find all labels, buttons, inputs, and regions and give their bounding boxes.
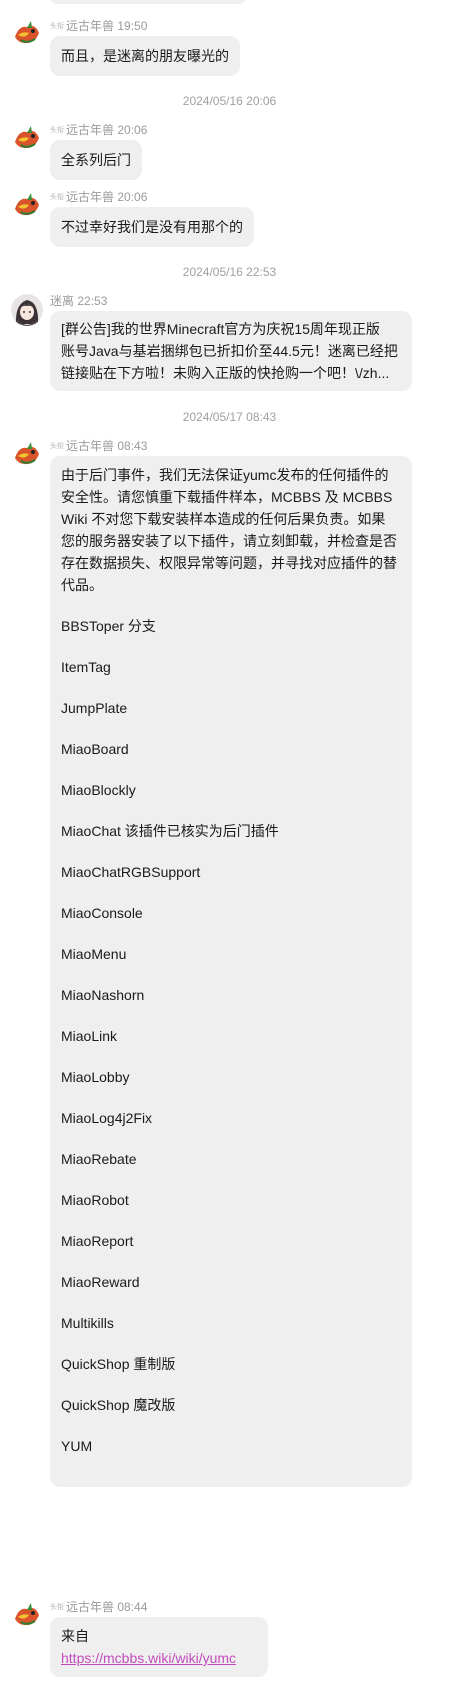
sender-name[interactable]: 远古年兽 xyxy=(66,19,114,33)
group-notice-bubble[interactable]: [群公告]我的世界Minecraft官方为庆祝15周年现正版 账号Java与基岩… xyxy=(50,311,412,391)
message-text: 来自 xyxy=(61,1628,89,1644)
message-text: 而且，是迷离的朋友曝光的 xyxy=(61,48,229,64)
list-item: MiaoRebate xyxy=(61,1151,137,1167)
message-meta: 头衔 远古年兽 08:44 xyxy=(50,1600,147,1615)
sender-name[interactable]: 远古年兽 xyxy=(66,190,114,204)
message-meta: 头衔 远古年兽 20:06 xyxy=(50,190,147,205)
message-text: 不过幸好我们是没有用那个的 xyxy=(61,219,243,235)
list-item: MiaoMenu xyxy=(61,946,127,962)
announcement-intro: 由于后门事件，我们无法保证yumc发布的任何插件的 安全性。请您慎重下载插件样本… xyxy=(61,464,401,596)
list-item: YUM xyxy=(61,1438,93,1454)
list-item: MiaoBlockly xyxy=(61,782,136,798)
dragon-avatar-icon[interactable] xyxy=(11,189,43,221)
chat-history: 头衔 远古年兽 19:50 而且，是迷离的朋友曝光的 2024/05/16 20:… xyxy=(0,0,459,1686)
list-item: MiaoLobby xyxy=(61,1069,130,1085)
message-bubble[interactable]: 来自 https://mcbbs.wiki/wiki/yumc xyxy=(50,1617,268,1677)
message-bubble[interactable]: 而且，是迷离的朋友曝光的 xyxy=(50,36,240,76)
notice-line: [群公告]我的世界Minecraft官方为庆祝15周年现正版 xyxy=(61,321,380,337)
member-title-tag: 头衔 xyxy=(50,193,64,201)
list-item: Multikills xyxy=(61,1315,114,1331)
list-item: ItemTag xyxy=(61,659,111,675)
anime-girl-avatar-icon[interactable] xyxy=(11,294,43,326)
time-separator: 2024/05/16 22:53 xyxy=(182,265,277,279)
plugin-list: BBSToper 分支 ItemTag JumpPlate MiaoBoard … xyxy=(61,615,401,1457)
message-time: 08:44 xyxy=(117,1600,148,1614)
time-separator: 2024/05/17 08:43 xyxy=(182,410,277,424)
message-meta: 头衔 远古年兽 19:50 xyxy=(50,19,147,34)
list-item: MiaoLog4j2Fix xyxy=(61,1110,153,1126)
list-item: JumpPlate xyxy=(61,700,128,716)
sender-name[interactable]: 远古年兽 xyxy=(66,439,114,453)
message-time: 19:50 xyxy=(117,19,148,33)
message-bubble[interactable]: 不过幸好我们是没有用那个的 xyxy=(50,207,254,247)
dragon-avatar-icon[interactable] xyxy=(11,1599,43,1631)
list-item: MiaoConsole xyxy=(61,905,143,921)
member-title-tag: 头衔 xyxy=(50,1603,64,1611)
member-title-tag: 头衔 xyxy=(50,442,64,450)
intro-line: 由于后门事件，我们无法保证yumc发布的任何插件的 xyxy=(61,467,389,483)
intro-line: 代品。 xyxy=(61,577,103,593)
notice-line: 账号Java与基岩捆绑包已折扣价至44.5元！迷离已经把 xyxy=(61,343,398,359)
intro-line: 您的服务器安装了以下插件，请立刻卸载，并检查是否 xyxy=(61,533,397,549)
message-time: 20:06 xyxy=(117,190,148,204)
list-item: BBSToper 分支 xyxy=(61,618,156,634)
notice-line: 链接贴在下方啦！未购入正版的快抢购一个吧！\/zh... xyxy=(61,365,390,381)
list-item: QuickShop 魔改版 xyxy=(61,1397,176,1413)
dragon-avatar-icon[interactable] xyxy=(11,438,43,470)
dragon-avatar-icon[interactable] xyxy=(11,17,43,49)
list-item: QuickShop 重制版 xyxy=(61,1356,176,1372)
dragon-avatar-icon[interactable] xyxy=(11,122,43,154)
message-time: 22:53 xyxy=(77,294,108,308)
previous-message-bubble xyxy=(50,0,246,4)
list-item: MiaoBoard xyxy=(61,741,129,757)
message-meta: 头衔 远古年兽 08:43 xyxy=(50,439,147,454)
time-separator: 2024/05/16 20:06 xyxy=(182,94,277,108)
list-item: MiaoNashorn xyxy=(61,987,145,1003)
intro-line: 存在数据损失、权限异常等问题，并寻找对应插件的替 xyxy=(61,555,397,571)
list-item: MiaoReport xyxy=(61,1233,134,1249)
list-item: MiaoRobot xyxy=(61,1192,129,1208)
list-item: MiaoChat 该插件已核实为后门插件 xyxy=(61,823,279,839)
list-item: MiaoLink xyxy=(61,1028,118,1044)
message-time: 08:43 xyxy=(117,439,148,453)
message-time: 20:06 xyxy=(117,123,148,137)
sender-name[interactable]: 远古年兽 xyxy=(66,123,114,137)
message-meta: 迷离 22:53 xyxy=(50,294,107,308)
message-bubble[interactable]: 由于后门事件，我们无法保证yumc发布的任何插件的 安全性。请您慎重下载插件样本… xyxy=(50,456,412,1487)
list-item: MiaoChatRGBSupport xyxy=(61,864,201,880)
sender-name[interactable]: 远古年兽 xyxy=(66,1600,114,1614)
intro-line: 安全性。请您慎重下载插件样本，MCBBS 及 MCBBS xyxy=(61,489,393,505)
intro-line: Wiki 不对您下载安装样本造成的任何后果负责。如果 xyxy=(61,511,386,527)
list-item: MiaoReward xyxy=(61,1274,140,1290)
message-bubble[interactable]: 全系列后门 xyxy=(50,140,142,180)
member-title-tag: 头衔 xyxy=(50,22,64,30)
message-text: 全系列后门 xyxy=(61,152,131,168)
sender-name[interactable]: 迷离 xyxy=(50,294,74,308)
wiki-link[interactable]: https://mcbbs.wiki/wiki/yumc xyxy=(61,1647,257,1669)
member-title-tag: 头衔 xyxy=(50,126,64,134)
message-meta: 头衔 远古年兽 20:06 xyxy=(50,123,147,138)
